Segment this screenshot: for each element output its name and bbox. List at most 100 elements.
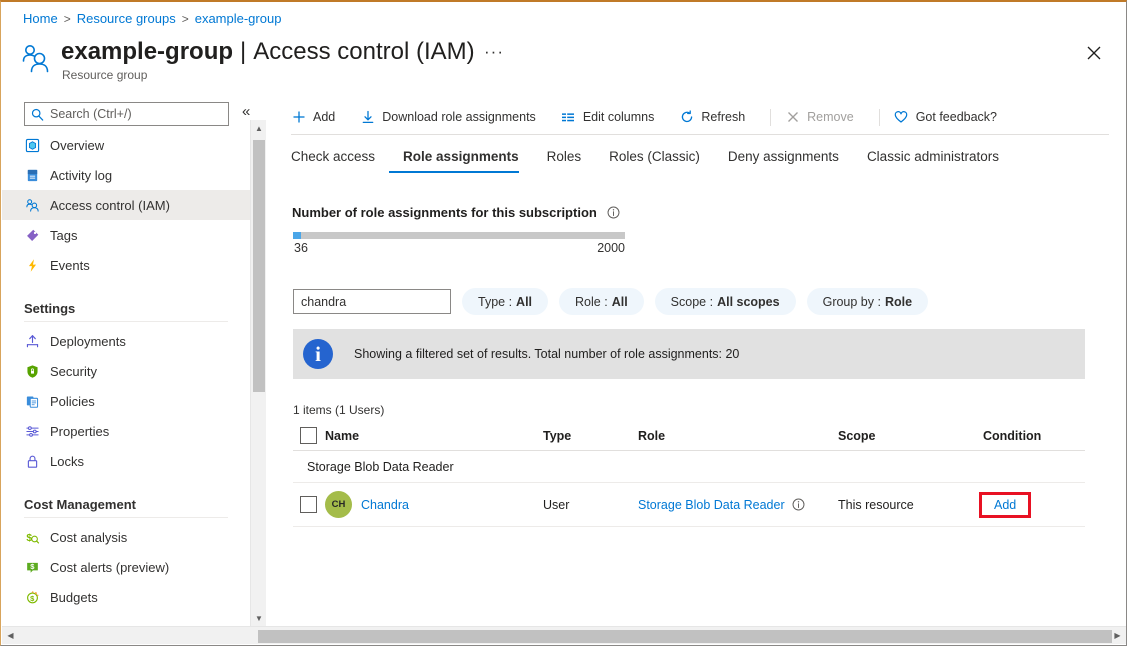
filter-label: Type : — [478, 294, 513, 309]
breadcrumb-item-resource-groups[interactable]: Resource groups — [77, 11, 176, 26]
download-icon — [360, 110, 375, 125]
toolbar-divider — [770, 108, 772, 126]
sidebar-group-cost-management: Cost Management — [24, 497, 136, 512]
sidebar-item-label: Policies — [50, 393, 95, 409]
column-header-role[interactable]: Role — [638, 429, 838, 443]
sidebar-item-policies[interactable]: Policies — [2, 386, 250, 416]
sidebar-item-label: Deployments — [50, 333, 126, 349]
refresh-button[interactable]: Refresh — [679, 110, 757, 125]
remove-button[interactable]: Remove — [785, 110, 866, 125]
filter-value: All scopes — [717, 294, 780, 309]
search-input[interactable] — [44, 106, 228, 122]
events-icon — [24, 257, 41, 274]
scroll-down-arrow-icon[interactable]: ▼ — [251, 610, 267, 627]
scrollbar-thumb[interactable] — [253, 140, 265, 392]
info-circle-icon[interactable] — [792, 498, 805, 511]
remove-x-icon — [785, 110, 800, 125]
tab-classic-administrators[interactable]: Classic administrators — [853, 149, 1013, 173]
cell-name: CH Chandra — [325, 491, 543, 518]
filter-value: All — [611, 294, 628, 309]
collapse-sidebar-button[interactable]: « — [242, 103, 250, 120]
sidebar: « Overview — [2, 97, 250, 627]
select-all-checkbox-cell — [293, 427, 325, 444]
progress-max-value: 2000 — [597, 241, 625, 255]
tab-role-assignments[interactable]: Role assignments — [389, 149, 533, 173]
info-banner-text: Showing a filtered set of results. Total… — [354, 347, 740, 361]
toolbar-divider — [878, 108, 880, 126]
sidebar-item-overview[interactable]: Overview — [2, 130, 250, 160]
info-icon-glyph: i — [303, 339, 333, 369]
table-row[interactable]: CH Chandra User Storage Blob Data Reader… — [293, 483, 1085, 527]
download-role-assignments-button[interactable]: Download role assignments — [360, 110, 548, 125]
toolbar-button-label: Refresh — [701, 110, 746, 124]
lock-icon — [24, 453, 41, 470]
toolbar-button-label: Add — [313, 110, 336, 124]
deployments-icon — [24, 333, 41, 350]
sidebar-item-budgets[interactable]: $ Budgets — [2, 582, 250, 612]
column-header-scope[interactable]: Scope — [838, 429, 983, 443]
info-circle-icon[interactable] — [607, 206, 620, 219]
policies-icon — [24, 393, 41, 410]
filter-pill-group-by[interactable]: Group by : Role — [806, 288, 929, 315]
sidebar-search[interactable] — [24, 102, 229, 126]
sidebar-item-security[interactable]: Security — [2, 356, 250, 386]
sidebar-item-tags[interactable]: Tags — [2, 220, 250, 250]
column-header-condition[interactable]: Condition — [983, 429, 1083, 443]
filter-label: Scope : — [670, 294, 714, 309]
cell-scope: This resource — [838, 497, 914, 512]
row-checkbox[interactable] — [300, 496, 317, 513]
sidebar-item-label: Properties — [50, 423, 110, 439]
edit-columns-icon — [561, 110, 576, 125]
filter-pill-role[interactable]: Role : All — [559, 288, 644, 315]
refresh-icon — [679, 110, 694, 125]
tab-deny-assignments[interactable]: Deny assignments — [714, 149, 853, 173]
role-link[interactable]: Storage Blob Data Reader — [638, 498, 785, 512]
role-assignments-table: Name Type Role Scope Condition Storage B… — [293, 421, 1085, 527]
scroll-left-arrow-icon[interactable]: ◀ — [2, 627, 19, 644]
column-header-name[interactable]: Name — [325, 429, 543, 443]
sidebar-item-locks[interactable]: Locks — [2, 446, 250, 476]
tab-roles-classic[interactable]: Roles (Classic) — [595, 149, 714, 173]
breadcrumb-item-example-group[interactable]: example-group — [195, 11, 282, 26]
add-button[interactable]: Add — [291, 110, 347, 125]
main-content: Add Download role assignments Edit colum… — [267, 97, 1125, 625]
sidebar-vertical-scrollbar[interactable]: ▲ ▼ — [250, 120, 266, 627]
sidebar-item-label: Budgets — [50, 589, 98, 605]
filter-pill-scope[interactable]: Scope : All scopes — [654, 288, 796, 315]
activity-log-icon — [24, 167, 41, 184]
breadcrumb: Home > Resource groups > example-group — [23, 11, 281, 26]
sidebar-item-activity-log[interactable]: Activity log — [2, 160, 250, 190]
filter-search-input[interactable] — [293, 289, 451, 314]
sidebar-item-cost-alerts[interactable]: $ Cost alerts (preview) — [2, 552, 250, 582]
info-icon: i — [293, 329, 343, 379]
scrollbar-thumb[interactable] — [258, 630, 1112, 643]
sidebar-item-properties[interactable]: Properties — [2, 416, 250, 446]
sidebar-item-events[interactable]: Events — [2, 250, 250, 280]
sidebar-group-settings: Settings — [24, 301, 76, 316]
got-feedback-button[interactable]: Got feedback? — [894, 110, 1009, 125]
scroll-right-arrow-icon[interactable]: ▶ — [1109, 627, 1126, 644]
filter-pill-type[interactable]: Type : All — [462, 288, 549, 315]
sidebar-nav-list: Overview Activity log Access control (IA… — [2, 130, 250, 612]
sidebar-item-cost-analysis[interactable]: $ Cost analysis — [2, 522, 250, 552]
add-condition-link[interactable]: Add — [994, 498, 1016, 512]
cost-alerts-icon: $ — [24, 559, 41, 576]
select-all-checkbox[interactable] — [300, 427, 317, 444]
breadcrumb-separator: > — [63, 11, 71, 26]
scroll-up-arrow-icon[interactable]: ▲ — [251, 120, 267, 137]
filter-label: Group by : — [822, 294, 881, 309]
edit-columns-button[interactable]: Edit columns — [561, 110, 667, 125]
cell-role: Storage Blob Data Reader — [638, 498, 838, 512]
more-options-button[interactable]: ··· — [484, 43, 504, 60]
filter-value: Role — [884, 294, 913, 309]
cell-type: User — [543, 497, 570, 512]
column-header-type[interactable]: Type — [543, 429, 638, 443]
principal-name-link[interactable]: Chandra — [361, 498, 409, 512]
horizontal-scrollbar[interactable]: ◀ ▶ — [2, 626, 1126, 644]
close-icon[interactable] — [1084, 43, 1104, 63]
sidebar-item-access-control[interactable]: Access control (IAM) — [2, 190, 250, 220]
sidebar-item-deployments[interactable]: Deployments — [2, 326, 250, 356]
tab-roles[interactable]: Roles — [533, 149, 596, 173]
breadcrumb-item-home[interactable]: Home — [23, 11, 58, 26]
tab-check-access[interactable]: Check access — [291, 149, 389, 173]
